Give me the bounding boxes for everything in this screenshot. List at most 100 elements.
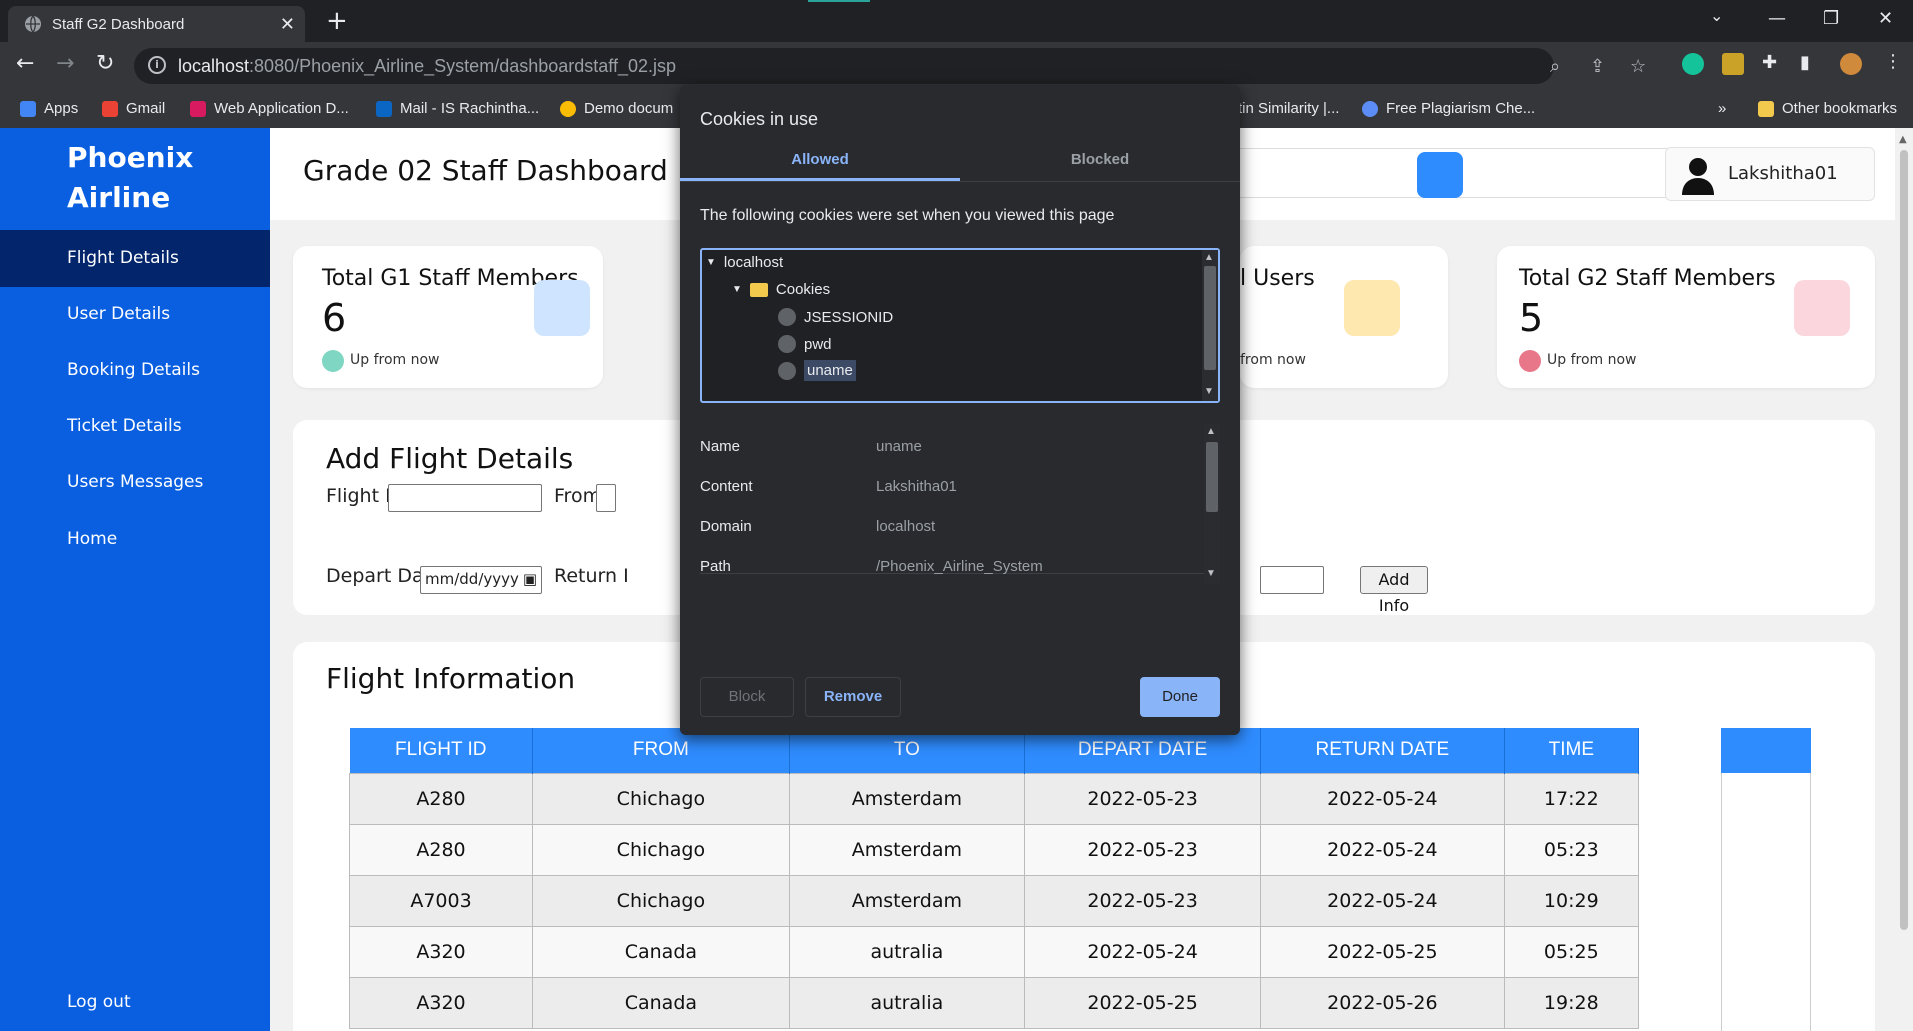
bookmarks-overflow-button[interactable]: » <box>1718 100 1726 117</box>
flight-table: FLIGHT ID FROM TO DEPART DATE RETURN DAT… <box>348 728 1640 1029</box>
sidebar-item-home[interactable]: Home <box>0 511 270 568</box>
forward-icon[interactable]: → <box>56 52 74 76</box>
scroll-down-icon[interactable]: ▼ <box>1204 386 1214 397</box>
browser-tab[interactable]: Staff G2 Dashboard ✕ <box>8 6 305 42</box>
sidebar-item-booking-details[interactable]: Booking Details <box>0 342 270 399</box>
share-icon[interactable]: ⇪ <box>1590 56 1605 77</box>
sidebar: Phoenix Airline Flight Details User Deta… <box>0 128 270 1031</box>
scroll-up-icon[interactable]: ▲ <box>1899 134 1907 145</box>
extension-icon[interactable] <box>1722 53 1744 75</box>
sidebar-item-ticket-details[interactable]: Ticket Details <box>0 398 270 455</box>
scroll-up-icon[interactable]: ▲ <box>1204 252 1214 263</box>
stat-card-title: Total G2 Staff Members <box>1519 266 1776 291</box>
page-scrollbar-thumb[interactable] <box>1900 150 1908 930</box>
bookmark-apps[interactable]: Apps <box>20 100 78 117</box>
tree-node-cookie[interactable]: pwd <box>778 335 832 353</box>
time-input[interactable] <box>1260 566 1324 594</box>
sidebar-item-users-messages[interactable]: Users Messages <box>0 454 270 511</box>
tree-node-localhost[interactable]: ▼ localhost <box>706 254 783 271</box>
column-header-flight-id[interactable]: FLIGHT ID <box>349 728 534 773</box>
browser-tab-strip: Staff G2 Dashboard ✕ + ⌄ — ❐ ✕ <box>0 0 1913 42</box>
username: Lakshitha01 <box>1728 163 1838 184</box>
reload-icon[interactable]: ↻ <box>96 52 114 76</box>
stat-card-icon-box <box>1794 280 1850 336</box>
block-button[interactable]: Block <box>700 677 794 717</box>
expand-triangle-icon[interactable]: ▼ <box>732 284 742 295</box>
cell-flight-id: A320 <box>348 976 534 1029</box>
bookmark-mail[interactable]: Mail - IS Rachintha... <box>376 100 539 117</box>
tree-node-cookies-folder[interactable]: ▼ Cookies <box>732 281 830 298</box>
bookmark-similarity[interactable]: tin Similarity |... <box>1238 100 1339 117</box>
tab-search-icon[interactable]: ⌄ <box>1710 6 1723 25</box>
flight-id-input[interactable] <box>388 484 542 512</box>
tree-node-cookie-selected[interactable]: uname <box>778 360 856 381</box>
bookmark-demo[interactable]: Demo docum <box>560 100 673 117</box>
detail-domain-value: localhost <box>876 518 936 535</box>
grammarly-extension-icon[interactable] <box>1682 53 1704 75</box>
apps-grid-icon <box>20 100 36 117</box>
puzzle-extensions-icon[interactable]: ✚ <box>1762 52 1777 73</box>
profile-avatar[interactable] <box>1840 53 1862 75</box>
from-input[interactable] <box>596 484 616 512</box>
search-input[interactable] <box>1200 148 1740 198</box>
url-text[interactable]: localhost:8080/Phoenix_Airline_System/da… <box>178 56 676 77</box>
detail-path-value: /Phoenix_Airline_System <box>876 558 1043 575</box>
stat-card-users: l Users from now <box>1240 246 1448 388</box>
zoom-icon[interactable]: ⌕ <box>1550 56 1560 77</box>
tree-scrollbar-thumb[interactable] <box>1204 266 1216 370</box>
tab-close-icon[interactable]: ✕ <box>280 14 295 35</box>
calendar-icon[interactable]: ▣ <box>523 570 537 588</box>
page-scrollbar[interactable]: ▲ <box>1895 128 1913 1031</box>
details-scrollbar[interactable]: ▲ ▼ <box>1204 424 1220 584</box>
detail-name-label: Name <box>700 438 741 455</box>
other-bookmarks[interactable]: Other bookmarks <box>1758 100 1897 117</box>
scroll-up-icon[interactable]: ▲ <box>1206 426 1216 437</box>
stat-card-note: from now <box>1240 352 1306 368</box>
remove-button[interactable]: Remove <box>805 677 901 717</box>
bookmark-gmail[interactable]: Gmail <box>102 100 165 117</box>
google-icon <box>560 100 576 117</box>
browser-toolbar: ← → ↻ i localhost:8080/Phoenix_Airline_S… <box>0 42 1913 90</box>
bookmark-plagiarism[interactable]: Free Plagiarism Che... <box>1362 100 1535 117</box>
bookmark-web-application[interactable]: Web Application D... <box>190 100 349 117</box>
search-button[interactable] <box>1417 152 1463 198</box>
address-bar[interactable]: i localhost:8080/Phoenix_Airline_System/… <box>134 48 1646 84</box>
sidebar-item-user-details[interactable]: User Details <box>0 286 270 343</box>
depart-date-input[interactable]: mm/dd/yyyy ▣ <box>420 566 542 594</box>
tab-allowed[interactable]: Allowed <box>680 151 960 181</box>
tab-strip-accent <box>808 0 870 2</box>
column-header-time[interactable]: TIME <box>1504 728 1640 773</box>
scroll-down-icon[interactable]: ▼ <box>1206 568 1216 579</box>
sidebar-item-flight-details[interactable]: Flight Details <box>0 230 270 287</box>
new-tab-button[interactable]: + <box>326 7 348 35</box>
divider <box>680 181 1240 182</box>
user-avatar-icon <box>1682 158 1714 195</box>
tab-blocked[interactable]: Blocked <box>960 151 1240 181</box>
stat-card-value: 6 <box>322 296 347 340</box>
stat-card-note: Up from now <box>1547 352 1637 368</box>
minimize-icon[interactable]: — <box>1768 8 1786 29</box>
menu-kebab-icon[interactable]: ⋮ <box>1884 51 1902 72</box>
restore-icon[interactable]: ❐ <box>1823 8 1839 29</box>
cell-depart-date: 2022-05-23 <box>1024 874 1262 927</box>
tree-node-cookie[interactable]: JSESSIONID <box>778 308 893 326</box>
table-header-extra-column <box>1721 728 1811 773</box>
bookmark-star-icon[interactable]: ☆ <box>1630 56 1646 77</box>
logout-link[interactable]: Log out <box>0 974 270 1031</box>
detail-domain-label: Domain <box>700 518 752 535</box>
stat-card-title: l Users <box>1240 266 1315 291</box>
shield-icon <box>1362 100 1378 117</box>
tree-scrollbar[interactable]: ▲ ▼ <box>1202 250 1218 401</box>
add-info-button[interactable]: Add Info <box>1360 566 1428 615</box>
side-panel-icon[interactable]: ▮ <box>1800 52 1810 73</box>
back-icon[interactable]: ← <box>16 52 34 76</box>
expand-triangle-icon[interactable]: ▼ <box>706 257 716 268</box>
column-header-return-date[interactable]: RETURN DATE <box>1260 728 1505 773</box>
from-label: From <box>554 485 602 507</box>
site-info-icon[interactable]: i <box>148 56 166 74</box>
window-close-icon[interactable]: ✕ <box>1878 8 1893 29</box>
done-button[interactable]: Done <box>1140 677 1220 717</box>
details-scrollbar-thumb[interactable] <box>1206 442 1218 512</box>
user-profile-chip[interactable]: Lakshitha01 <box>1665 147 1875 201</box>
return-date-label: Return I <box>554 565 629 587</box>
